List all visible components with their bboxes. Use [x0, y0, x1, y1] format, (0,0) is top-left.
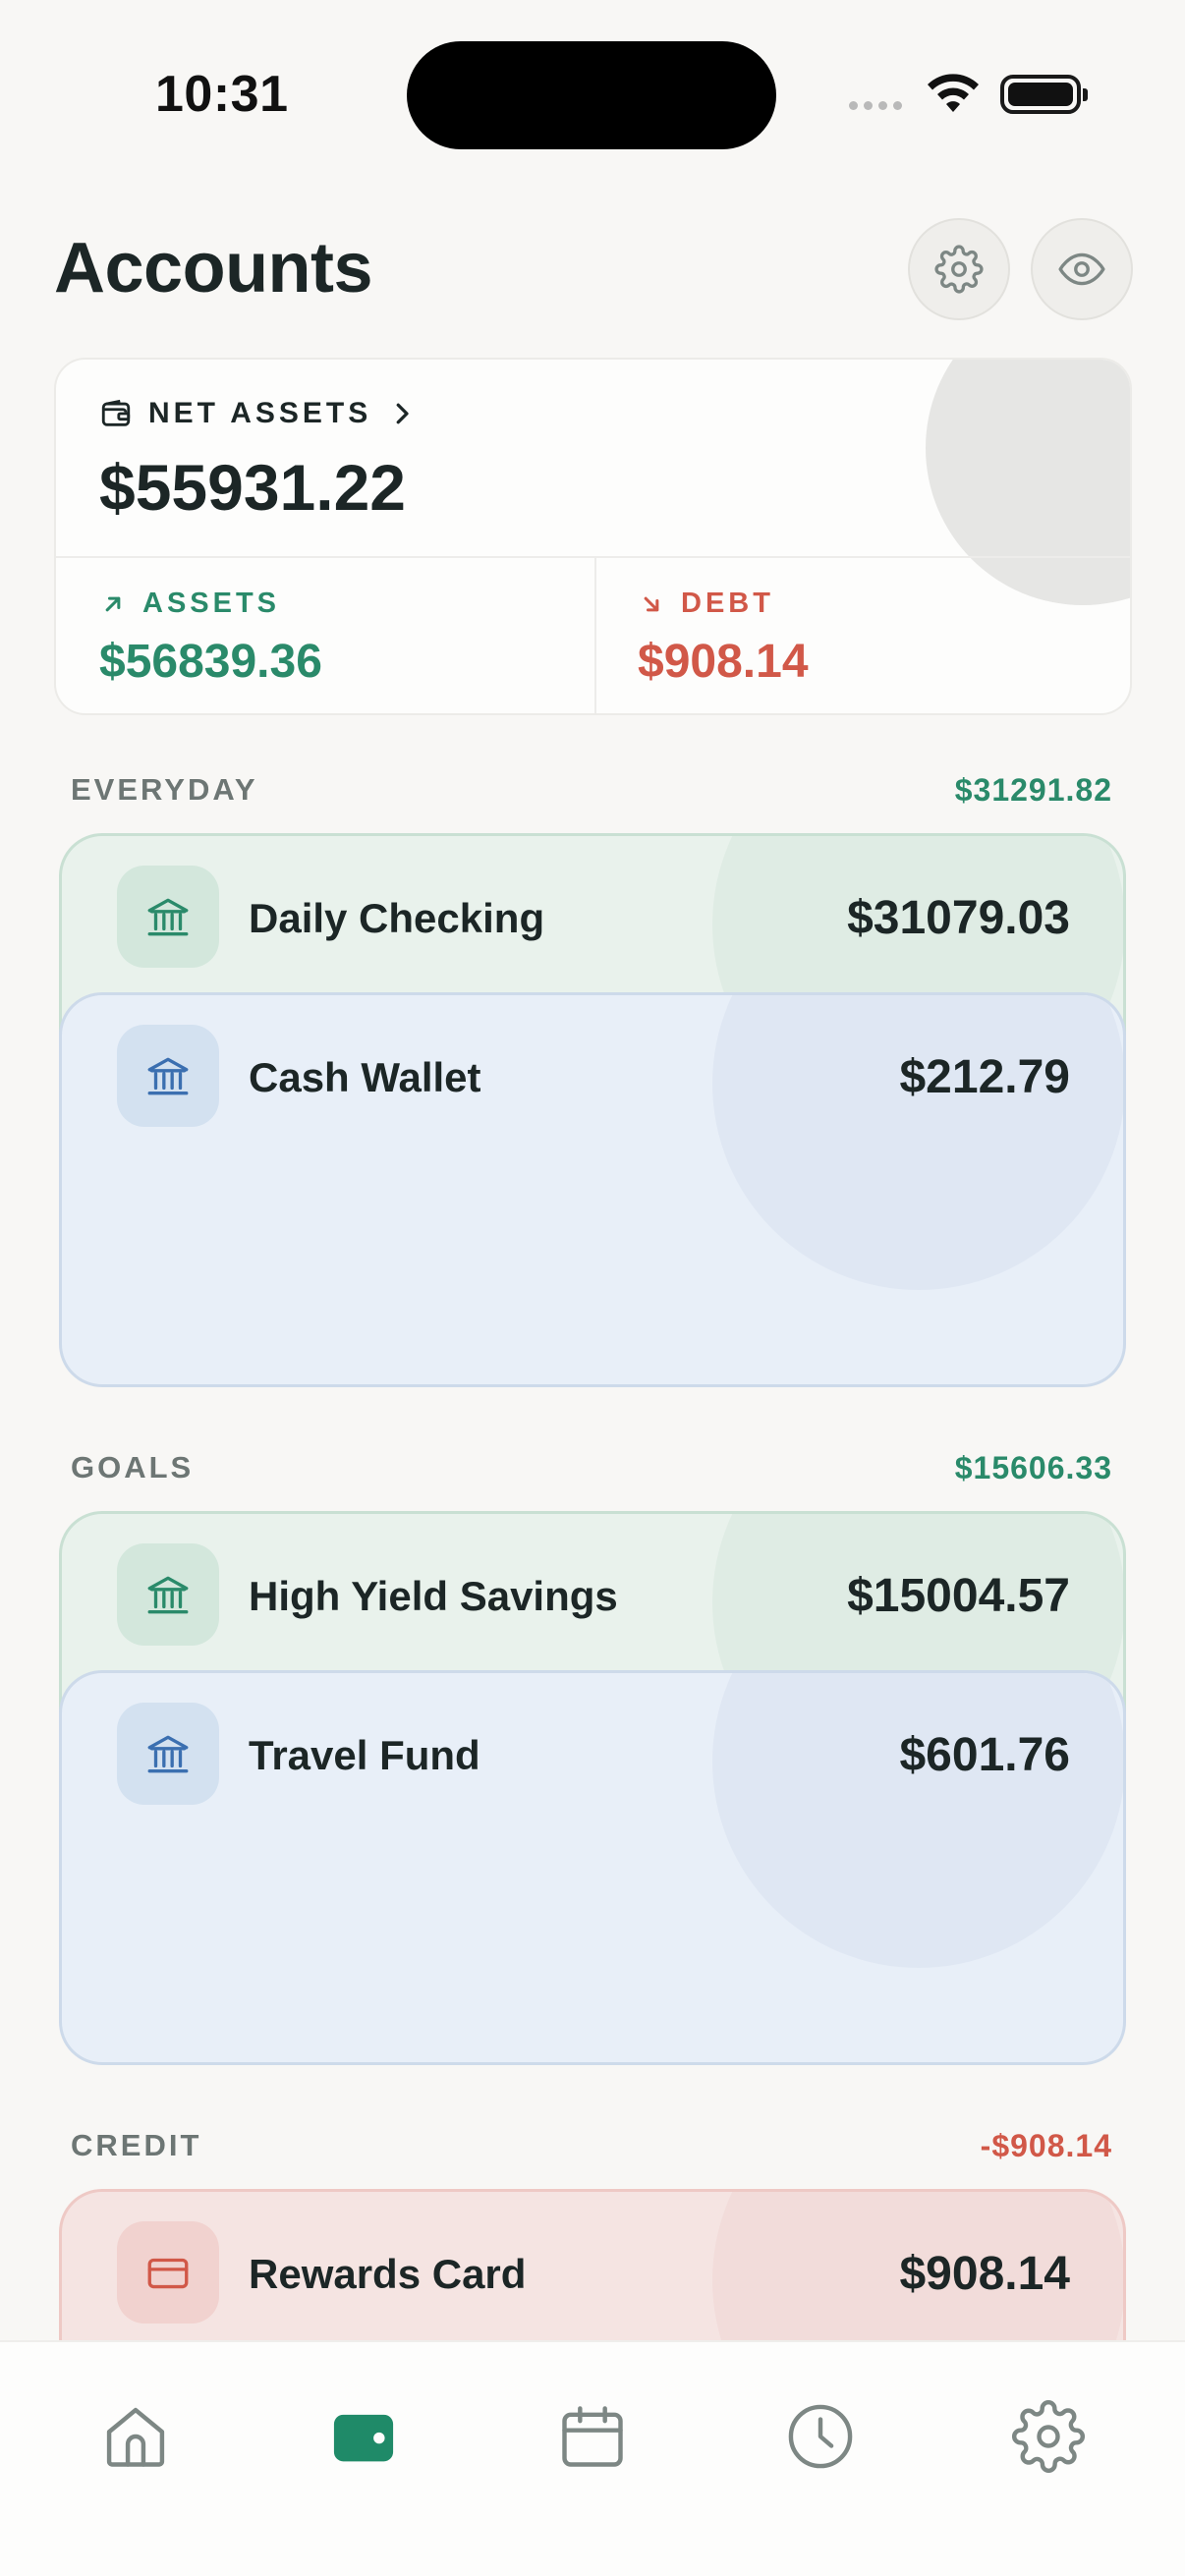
bank-icon: [147, 1057, 189, 1095]
chevron-right-icon: [396, 403, 409, 424]
tab-home[interactable]: [96, 2397, 175, 2476]
net-assets-header[interactable]: NET ASSETS: [99, 397, 417, 430]
section-total-goals: $15606.33: [954, 1450, 1112, 1485]
account-icon: [117, 866, 219, 968]
assets-label: ASSETS: [142, 588, 281, 619]
bank-icon: [147, 898, 189, 936]
net-assets-value: $55931.22: [99, 451, 406, 524]
bank-icon: [147, 1735, 189, 1773]
battery-icon: [1000, 75, 1088, 114]
account-amount: $908.14: [899, 2248, 1070, 2300]
tab-history[interactable]: [781, 2397, 860, 2476]
wallet-icon: [333, 2414, 394, 2462]
clock-icon: [788, 2404, 853, 2469]
net-assets-card[interactable]: NET ASSETS $55931.22 ASSETS $56839.36 DE…: [54, 358, 1132, 715]
account-icon: [117, 1703, 219, 1805]
toggle-visibility-button[interactable]: [1031, 218, 1133, 320]
settings-button[interactable]: [908, 218, 1010, 320]
account-amount: $212.79: [899, 1051, 1070, 1103]
bank-icon: [147, 1576, 189, 1614]
account-name: Travel Fund: [249, 1732, 480, 1778]
dynamic-island: [407, 41, 776, 149]
account-amount: $601.76: [899, 1729, 1070, 1781]
account-card-cash-wallet[interactable]: Cash Wallet $212.79: [59, 992, 1126, 1387]
account-icon: [117, 2221, 219, 2324]
home-icon: [106, 2407, 165, 2467]
gear-icon: [1011, 2399, 1086, 2474]
debt-label-row: DEBT: [638, 588, 774, 620]
net-assets-label: NET ASSETS: [148, 397, 372, 429]
arrow-down-right-icon: [644, 596, 659, 611]
divider: [594, 556, 596, 713]
account-card-travel-fund[interactable]: Travel Fund $601.76: [59, 1670, 1126, 2065]
divider: [56, 556, 1130, 558]
page-title: Accounts: [54, 229, 373, 308]
section-title-everyday: EVERYDAY: [71, 772, 258, 807]
debt-label: DEBT: [681, 588, 774, 619]
account-stack-credit: Rewards Card $908.14: [59, 2189, 1126, 2340]
section-title-goals: GOALS: [71, 1450, 195, 1484]
calendar-icon: [562, 2406, 623, 2467]
section-total-everyday: $31291.82: [954, 772, 1112, 808]
assets-value: $56839.36: [99, 636, 322, 688]
wallet-icon: [101, 399, 131, 426]
account-name: Cash Wallet: [249, 1054, 481, 1100]
tab-settings[interactable]: [1009, 2397, 1088, 2476]
eye-icon: [1058, 252, 1105, 286]
account-name: High Yield Savings: [249, 1573, 618, 1619]
account-stack-goals: High Yield Savings $15004.57 Travel Fund…: [59, 1511, 1126, 2065]
account-amount: $31079.03: [847, 892, 1070, 944]
account-card-rewards-card[interactable]: Rewards Card $908.14: [59, 2189, 1126, 2340]
assets-label-row: ASSETS: [99, 588, 280, 620]
cellular-signal-icon: [849, 101, 902, 110]
wifi-icon: [928, 74, 979, 112]
account-icon: [117, 1025, 219, 1127]
account-stack-everyday: Daily Checking $31079.03 Cash Wallet $21…: [59, 833, 1126, 1387]
account-icon: [117, 1543, 219, 1646]
account-name: Rewards Card: [249, 2251, 527, 2297]
tab-calendar[interactable]: [553, 2397, 632, 2476]
credit-card-icon: [147, 2258, 189, 2289]
tab-accounts[interactable]: [324, 2397, 403, 2476]
status-time: 10:31: [155, 66, 289, 123]
arrow-up-right-icon: [105, 596, 121, 611]
tab-bar: [0, 2340, 1185, 2576]
gear-icon: [934, 245, 984, 294]
account-amount: $15004.57: [847, 1570, 1070, 1622]
debt-value: $908.14: [638, 636, 809, 688]
account-name: Daily Checking: [249, 895, 545, 941]
section-total-credit: -$908.14: [980, 2128, 1112, 2163]
section-title-credit: CREDIT: [71, 2128, 202, 2162]
